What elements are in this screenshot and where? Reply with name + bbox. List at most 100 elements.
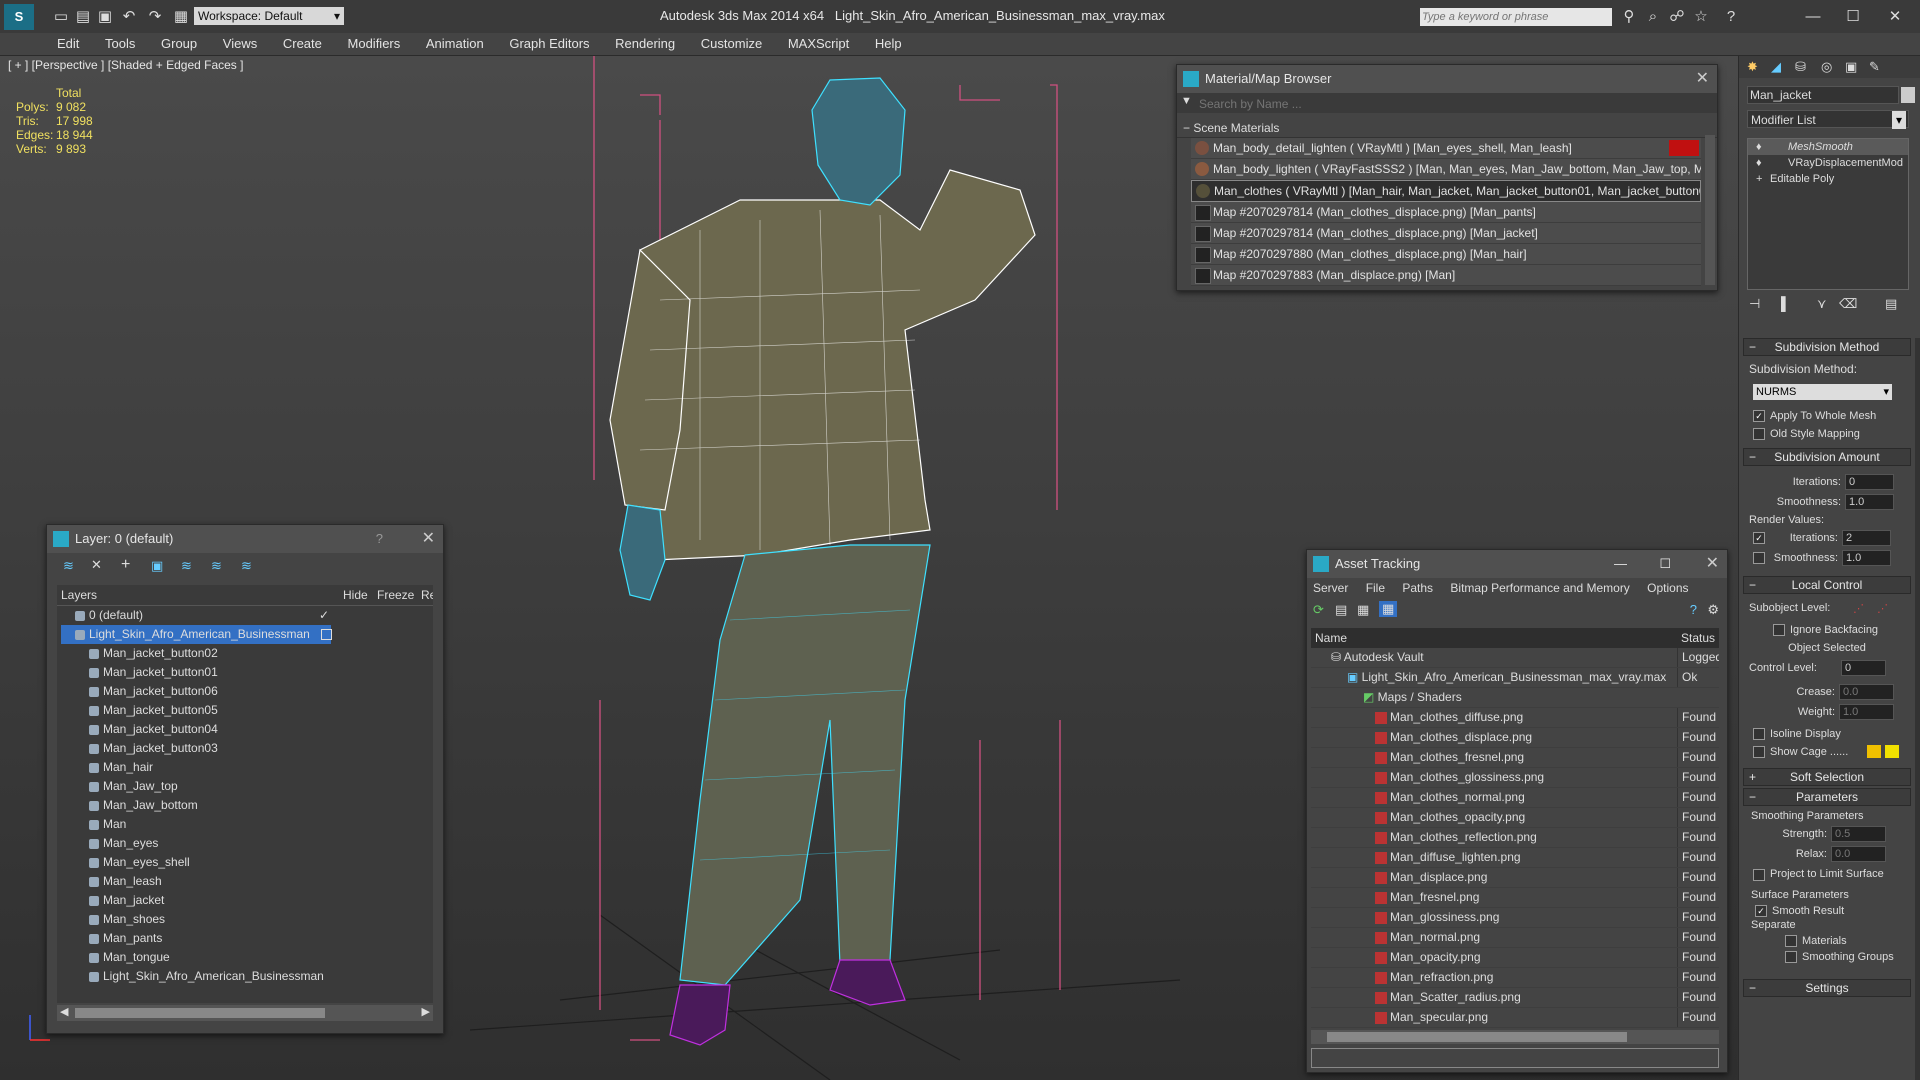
map-row[interactable]: Man_refraction.png Found <box>1311 968 1719 988</box>
map-row[interactable]: Man_fresnel.png Found <box>1311 888 1719 908</box>
minimize-icon[interactable]: — <box>1614 550 1627 578</box>
asset-menu-options[interactable]: Options <box>1647 581 1688 595</box>
scroll-thumb[interactable] <box>1327 1032 1627 1042</box>
edge-level-icon[interactable]: ⋰ <box>1877 602 1888 615</box>
cage-selected-color-swatch[interactable] <box>1885 745 1899 759</box>
material-search-input[interactable] <box>1197 95 1701 113</box>
command-panel-scrollbar[interactable] <box>1915 338 1920 1080</box>
stack-item-editable-poly[interactable]: + Editable Poly <box>1748 171 1908 187</box>
delete-layer-icon[interactable]: ✕ <box>91 557 102 573</box>
layer-row[interactable]: Man_eyes <box>57 834 433 853</box>
display-tab-icon[interactable]: ▣ <box>1845 59 1857 75</box>
iterations-spinner[interactable]: 0 <box>1845 474 1894 491</box>
close-icon[interactable]: ✕ <box>422 525 435 553</box>
layer-row[interactable]: Man_jacket_button03 <box>57 739 433 758</box>
rollout-subdivision-method[interactable]: − Subdivision Method <box>1743 338 1911 356</box>
layer-row[interactable]: Man_hair <box>57 758 433 777</box>
material-row[interactable]: Map #2070297880 (Man_clothes_displace.pn… <box>1191 244 1701 265</box>
map-row[interactable]: Man_normal.png Found <box>1311 928 1719 948</box>
remove-modifier-icon[interactable]: ⌫ <box>1839 296 1857 312</box>
map-row[interactable]: Man_clothes_fresnel.png Found <box>1311 748 1719 768</box>
make-unique-icon[interactable]: ⋎ <box>1817 296 1827 312</box>
redo-icon[interactable]: ↷ <box>144 6 166 28</box>
ignore-backfacing-checkbox[interactable]: Ignore Backfacing <box>1743 614 1911 637</box>
layer-row[interactable]: Man_pants <box>57 929 433 948</box>
file-row[interactable]: ▣ Light_Skin_Afro_American_Businessman_m… <box>1311 668 1719 688</box>
column-render[interactable]: Re <box>421 585 433 605</box>
menu-customize[interactable]: Customize <box>690 33 773 55</box>
column-layers[interactable]: Layers <box>61 585 97 605</box>
map-row[interactable]: Man_glossiness.png Found <box>1311 908 1719 928</box>
material-row[interactable]: Map #2070297883 (Man_displace.png) [Man] <box>1191 265 1701 286</box>
layer-row[interactable]: Man_jacket_button02 <box>57 644 433 663</box>
project-folder-icon[interactable]: ▦ <box>170 6 192 28</box>
layer-row[interactable]: Man <box>57 815 433 834</box>
favorites-star-icon[interactable]: ☆ <box>1690 6 1712 28</box>
highlight-layer-icon[interactable]: ≋ <box>181 558 192 574</box>
create-layer-icon[interactable]: ≋ <box>63 558 74 574</box>
app-logo-icon[interactable]: S <box>4 4 34 30</box>
subdivision-method-select[interactable]: NURMS ▾ <box>1753 384 1892 400</box>
rollout-local-control[interactable]: − Local Control <box>1743 576 1911 595</box>
map-row[interactable]: Man_clothes_displace.png Found <box>1311 728 1719 748</box>
render-smoothness-spinner[interactable]: 1.0 <box>1842 550 1891 567</box>
help-icon[interactable]: ? <box>376 525 383 553</box>
asset-menu-server[interactable]: Server <box>1313 581 1348 595</box>
search-icon[interactable]: ⌕ <box>1642 6 1664 28</box>
crease-spinner[interactable]: 0.0 <box>1839 684 1894 701</box>
asset-horizontal-scrollbar[interactable] <box>1311 1030 1719 1044</box>
layer-row[interactable]: 0 (default) ✓ <box>57 606 433 625</box>
column-status[interactable]: Status <box>1681 628 1715 648</box>
stack-item-vraydisplacement[interactable]: ♦ VRayDisplacementMod <box>1748 155 1908 171</box>
column-name[interactable]: Name <box>1315 628 1347 648</box>
save-file-icon[interactable]: ▣ <box>94 6 116 28</box>
vault-row[interactable]: ⛁ Autodesk Vault Logged O <box>1311 648 1719 668</box>
scroll-thumb[interactable] <box>75 1008 325 1018</box>
material-row[interactable]: Man_clothes ( VRayMtl ) [Man_hair, Man_j… <box>1191 180 1701 202</box>
isoline-display-checkbox[interactable]: Isoline Display <box>1743 720 1911 741</box>
smoothness-spinner[interactable]: 1.0 <box>1845 494 1894 511</box>
column-freeze[interactable]: Freeze <box>377 585 414 605</box>
render-smoothness-checkbox[interactable] <box>1753 552 1765 565</box>
rollout-soft-selection[interactable]: + Soft Selection <box>1743 768 1911 787</box>
menu-rendering[interactable]: Rendering <box>604 33 686 55</box>
workspace-dropdown[interactable]: Workspace: Default ▾ <box>194 7 344 25</box>
asset-menu-file[interactable]: File <box>1366 581 1385 595</box>
communication-icon[interactable]: ☍ <box>1666 6 1688 28</box>
menu-create[interactable]: Create <box>272 33 333 55</box>
close-icon[interactable]: ✕ <box>1884 6 1906 28</box>
maximize-icon[interactable]: ☐ <box>1659 550 1671 578</box>
layer-row[interactable]: Light_Skin_Afro_American_Businessman <box>57 625 433 644</box>
refresh-icon[interactable]: ⟳ <box>1313 602 1324 618</box>
layer-panel-title-bar[interactable]: Layer: 0 (default) ? ✕ <box>47 525 443 553</box>
layer-row[interactable]: Man_jacket <box>57 891 433 910</box>
map-row[interactable]: Man_opacity.png Found <box>1311 948 1719 968</box>
map-row[interactable]: Man_clothes_reflection.png Found <box>1311 828 1719 848</box>
asset-tracking-title-bar[interactable]: Asset Tracking — ☐ ✕ <box>1307 550 1727 578</box>
layer-horizontal-scrollbar[interactable]: ◀ ▶ <box>57 1005 433 1021</box>
list-view-icon[interactable]: ▤ <box>1335 602 1347 618</box>
close-icon[interactable]: ✕ <box>1706 550 1719 578</box>
materials-checkbox[interactable]: Materials <box>1743 931 1911 947</box>
control-level-spinner[interactable]: 0 <box>1841 660 1886 677</box>
grid-view-icon[interactable]: ▦ <box>1379 601 1398 617</box>
material-row[interactable]: Man_body_detail_lighten ( VRayMtl ) [Man… <box>1191 138 1701 159</box>
rollout-parameters[interactable]: − Parameters <box>1743 788 1911 807</box>
layer-row[interactable]: Man_Jaw_top <box>57 777 433 796</box>
map-row[interactable]: Man_clothes_glossiness.png Found <box>1311 768 1719 788</box>
undo-icon[interactable]: ↶ <box>118 6 140 28</box>
search-input[interactable] <box>1420 8 1610 26</box>
object-color-swatch[interactable] <box>1901 87 1915 103</box>
menu-group[interactable]: Group <box>150 33 208 55</box>
pin-stack-icon[interactable]: ⊣ <box>1749 296 1760 312</box>
relax-spinner[interactable]: 0.0 <box>1831 846 1886 863</box>
minimize-icon[interactable]: — <box>1802 6 1824 28</box>
layer-row[interactable]: Man_jacket_button01 <box>57 663 433 682</box>
cage-color-swatch[interactable] <box>1867 745 1881 759</box>
modify-tab-icon[interactable]: ◢ <box>1771 59 1781 75</box>
layer-row[interactable]: Man_jacket_button06 <box>57 682 433 701</box>
map-row[interactable]: Man_displace.png Found <box>1311 868 1719 888</box>
project-limit-checkbox[interactable]: Project to Limit Surface <box>1743 862 1911 881</box>
material-row[interactable]: Man_body_lighten ( VRayFastSSS2 ) [Man, … <box>1191 159 1701 180</box>
settings-icon[interactable]: ⚙ <box>1707 602 1719 618</box>
